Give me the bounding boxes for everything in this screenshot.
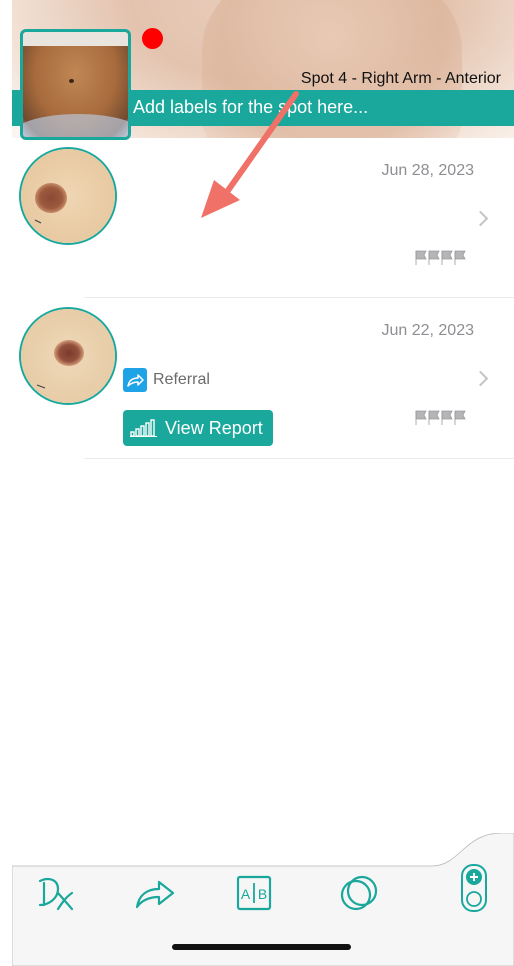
list-item[interactable]: Jun 28, 2023 <box>0 138 514 298</box>
dx-icon[interactable] <box>34 873 78 913</box>
list-item[interactable]: Jun 22, 2023 Referral View Report <box>0 298 514 459</box>
svg-text:B: B <box>258 886 267 902</box>
spot-title: Spot 4 - Right Arm - Anterior <box>300 70 501 87</box>
spot-location-marker[interactable] <box>142 28 163 49</box>
thumb-mole <box>69 79 74 83</box>
four-flags-icon[interactable] <box>414 249 470 267</box>
labels-placeholder: Add labels for the spot here... <box>133 97 369 117</box>
view-report-label: View Report <box>165 417 263 438</box>
ab-compare-icon[interactable]: A B <box>234 873 274 913</box>
chevron-right-icon[interactable] <box>472 210 489 227</box>
entry-date: Jun 22, 2023 <box>381 322 474 339</box>
referral-label: Referral <box>153 371 210 388</box>
referral-indicator[interactable]: Referral <box>123 368 210 392</box>
view-report-button[interactable]: View Report <box>123 410 273 446</box>
home-indicator[interactable] <box>172 944 351 950</box>
lesion-image <box>19 147 117 245</box>
overlap-circles-icon[interactable] <box>337 873 381 913</box>
thumb-background <box>23 32 128 46</box>
share-arrow-icon[interactable] <box>132 873 178 913</box>
thumb-fold <box>23 114 128 137</box>
chevron-right-icon[interactable] <box>472 370 489 387</box>
spot-overview-thumbnail[interactable] <box>20 29 131 140</box>
referral-icon <box>123 368 147 392</box>
bar-chart-icon <box>130 419 157 437</box>
row-divider <box>84 458 514 459</box>
lesion-image <box>19 307 117 405</box>
add-device-icon[interactable] <box>459 863 489 913</box>
four-flags-icon[interactable] <box>414 409 470 427</box>
entry-date: Jun 28, 2023 <box>381 162 474 179</box>
svg-text:A: A <box>241 886 251 902</box>
